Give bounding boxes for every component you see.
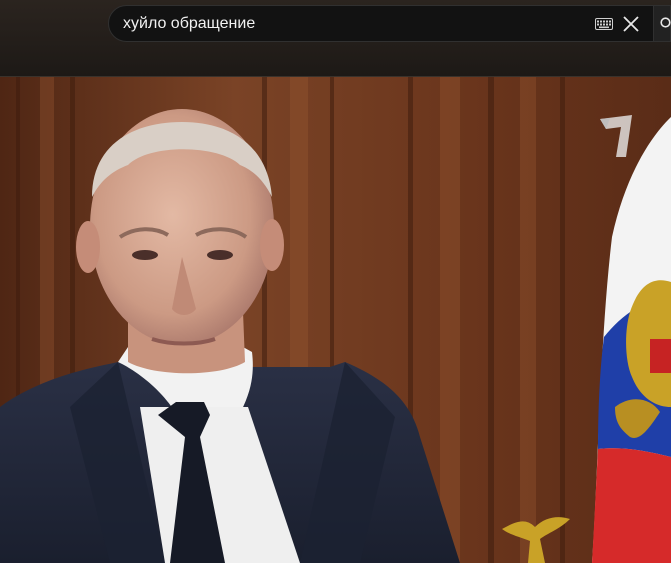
search-icon bbox=[660, 17, 671, 28]
video-player[interactable] bbox=[0, 77, 671, 563]
channel-one-logo bbox=[600, 115, 632, 157]
keyboard-icon[interactable] bbox=[595, 18, 613, 30]
top-header bbox=[0, 0, 671, 77]
close-icon[interactable] bbox=[621, 14, 641, 34]
search-input[interactable] bbox=[123, 14, 583, 34]
video-frame bbox=[0, 77, 671, 563]
search-box[interactable] bbox=[108, 5, 654, 42]
search-button[interactable] bbox=[654, 5, 671, 42]
